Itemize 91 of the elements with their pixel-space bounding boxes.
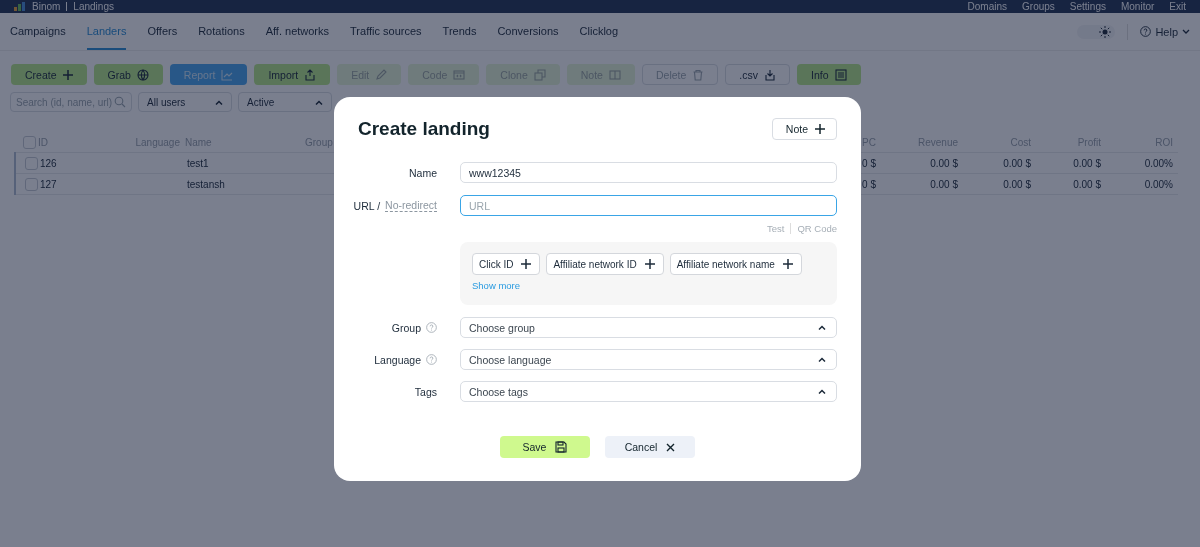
table-cell-text: 0.00 $ — [1002, 157, 1032, 169]
plus-icon — [782, 259, 793, 269]
book-icon — [608, 68, 621, 81]
top-link[interactable]: Domains — [967, 1, 1008, 12]
globe-icon — [136, 68, 149, 81]
table-cell-text: testansh — [187, 178, 226, 190]
top-link[interactable]: Monitor — [1120, 1, 1155, 12]
table-cell-text: 0 $ — [861, 178, 877, 190]
sun-icon — [1099, 25, 1112, 38]
token-button[interactable]: Affiliate network name — [669, 253, 802, 275]
show-more-link[interactable]: Show more — [472, 280, 521, 291]
table-cell-text: 0.00 $ — [1072, 157, 1102, 169]
field-label: Tags — [414, 385, 437, 398]
save-button[interactable]: Save — [500, 436, 590, 458]
nav-tab[interactable]: Campaigns — [10, 13, 66, 50]
token-button[interactable]: Affiliate network ID — [546, 253, 664, 275]
note-button[interactable]: Note — [771, 118, 837, 140]
top-link[interactable]: Groups — [1022, 1, 1055, 12]
plus-icon — [521, 259, 532, 269]
nav-tab[interactable]: Traffic sources — [350, 13, 422, 50]
trash-icon — [692, 68, 705, 81]
filter-dropdown[interactable]: All users — [138, 92, 232, 112]
checkbox[interactable] — [23, 135, 36, 149]
page-title: Landings — [73, 1, 114, 12]
dialog-title: Create landing — [358, 118, 490, 140]
field-label: Name — [408, 166, 437, 179]
url-action-link[interactable]: QR Code — [797, 223, 837, 234]
help-icon — [1140, 26, 1152, 37]
cancel-button[interactable]: Cancel — [605, 436, 695, 458]
upload-icon — [304, 68, 317, 81]
table-cell-text: 0.00 $ — [929, 157, 959, 169]
toolbar-button[interactable]: Grab — [93, 64, 163, 85]
table-cell-text: 0.00 $ — [1072, 178, 1102, 190]
help-menu[interactable]: Help — [1140, 25, 1190, 38]
nav-tab[interactable]: Clicklog — [579, 13, 619, 50]
plus-icon — [62, 69, 73, 80]
nav-tab[interactable]: Trends — [442, 13, 477, 50]
chevron-icon — [315, 99, 323, 105]
help-icon — [426, 322, 437, 333]
filter-dropdown[interactable]: Active — [238, 92, 332, 112]
checkbox[interactable] — [25, 177, 38, 191]
nav-tab[interactable]: Rotations — [198, 13, 245, 50]
chart-icon — [221, 68, 234, 81]
chevron-icon — [818, 389, 826, 394]
nav-tab[interactable]: Aff. networks — [265, 13, 330, 50]
toolbar-button[interactable]: Info — [797, 64, 861, 85]
table-cell-text: 0 $ — [861, 157, 877, 169]
top-link[interactable]: Settings — [1069, 1, 1106, 12]
nav-tab[interactable]: Offers — [147, 13, 178, 50]
select-field[interactable]: Choose group — [460, 317, 837, 338]
checkbox[interactable] — [25, 156, 38, 170]
plus-icon — [644, 259, 655, 269]
table-cell-text: 126 — [40, 157, 58, 169]
chevron-icon — [1182, 29, 1190, 34]
token-button[interactable]: Click ID — [472, 253, 541, 275]
table-cell-text: 127 — [40, 178, 58, 190]
download-icon — [764, 68, 776, 81]
select-field[interactable]: Choose tags — [460, 381, 837, 402]
search-icon — [114, 96, 126, 108]
code-icon — [453, 68, 466, 81]
help-icon — [426, 354, 437, 365]
chevron-icon — [818, 325, 826, 330]
table-cell-text: 0.00 $ — [929, 178, 959, 190]
no-redirect-link[interactable]: No-redirect — [385, 199, 437, 212]
chevron-icon — [818, 357, 826, 362]
table-cell-text: 0.00% — [1143, 157, 1174, 169]
logo-icon — [14, 2, 26, 11]
field-label: Language — [374, 353, 421, 366]
url-action-link[interactable]: Test — [766, 223, 785, 234]
plus-icon — [815, 124, 825, 134]
toolbar-button[interactable]: .csv — [725, 64, 790, 85]
copy-icon — [533, 68, 546, 81]
close-icon — [666, 442, 676, 452]
table-cell-text: test1 — [187, 157, 210, 169]
name-field[interactable]: www12345 — [460, 162, 837, 183]
theme-toggle[interactable] — [1077, 24, 1116, 39]
table-cell-text: 0.00% — [1143, 178, 1174, 190]
url-field[interactable]: URL — [460, 195, 837, 216]
select-field[interactable]: Choose language — [460, 349, 837, 370]
table-cell-text: 0.00 $ — [1002, 178, 1032, 190]
field-label: URL / — [353, 199, 381, 212]
toolbar-button[interactable]: Create — [11, 64, 87, 85]
toolbar-button[interactable]: Import — [254, 64, 331, 85]
nav-tab[interactable]: Landers — [86, 13, 127, 50]
chevron-icon — [215, 99, 223, 105]
pencil-icon — [375, 68, 388, 81]
nav-tab[interactable]: Conversions — [497, 13, 559, 50]
field-label: Group — [391, 321, 421, 334]
list-icon — [834, 68, 847, 81]
brand-name: Binom — [32, 1, 61, 12]
top-link[interactable]: Exit — [1169, 1, 1186, 12]
